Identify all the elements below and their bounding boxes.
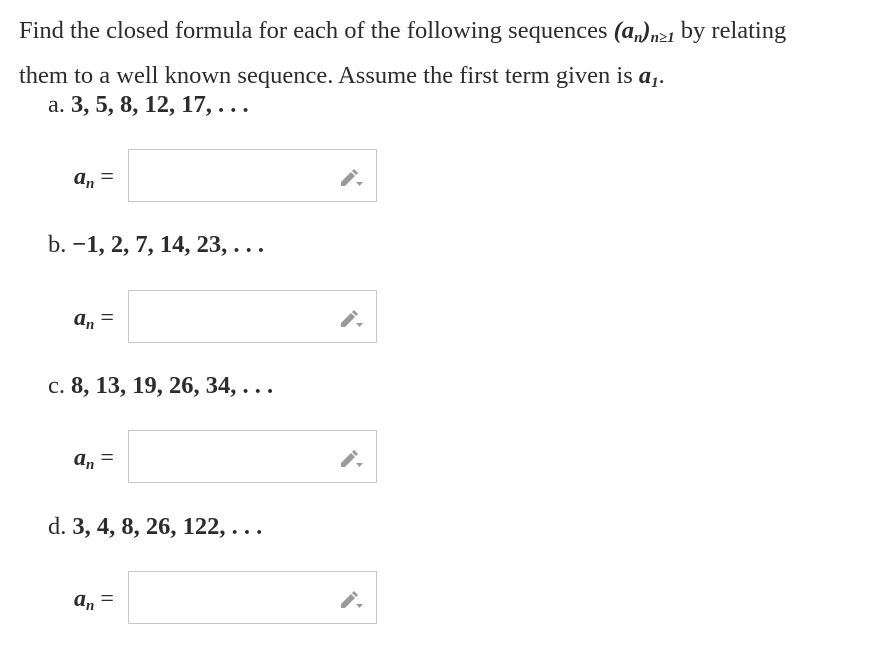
part-d-answer-box[interactable] xyxy=(128,571,377,624)
part-letter: a. xyxy=(48,91,65,118)
pencil-dropdown-icon[interactable] xyxy=(338,166,364,188)
prompt-line1-text: Find the closed formula for each of the … xyxy=(19,17,614,44)
part-letter: d. xyxy=(48,513,67,540)
part-letter: c. xyxy=(48,372,65,399)
prompt-line1-end: by relating xyxy=(674,17,787,44)
pencil-dropdown-icon[interactable] xyxy=(338,588,364,610)
sequence-terms: 3, 4, 8, 26, 122, . . . xyxy=(72,513,263,540)
part-d-answer-label: an = xyxy=(74,586,114,614)
part-b-answer-input[interactable] xyxy=(129,291,329,342)
prompt-line2-end: . xyxy=(658,62,665,89)
problem-statement: Find the closed formula for each of the … xyxy=(19,12,864,102)
pencil-dropdown-icon[interactable] xyxy=(338,447,364,469)
prompt-first-term: a1 xyxy=(638,62,659,91)
part-a-answer-input[interactable] xyxy=(129,150,329,201)
part-a-sequence: a. 3, 5, 8, 12, 17, . . . xyxy=(48,90,249,120)
prompt-sequence-notation: (an)n≥1 xyxy=(613,17,675,46)
part-c-sequence: c. 8, 13, 19, 26, 34, . . . xyxy=(48,371,273,401)
sequence-terms: 3, 5, 8, 12, 17, . . . xyxy=(71,91,249,118)
part-letter: b. xyxy=(48,231,67,258)
sequence-terms: 8, 13, 19, 26, 34, . . . xyxy=(71,372,274,399)
part-c-answer-input[interactable] xyxy=(129,431,329,482)
sequence-terms: −1, 2, 7, 14, 23, . . . xyxy=(72,231,264,258)
part-a-answer-label: an = xyxy=(74,164,114,192)
prompt-line2-text: them to a well known sequence. Assume th… xyxy=(19,62,639,89)
part-c-answer-box[interactable] xyxy=(128,430,377,483)
part-d-answer-input[interactable] xyxy=(129,572,329,623)
part-a-answer-box[interactable] xyxy=(128,149,377,202)
part-c-answer-label: an = xyxy=(74,445,114,473)
part-b-answer-label: an = xyxy=(74,305,114,333)
pencil-dropdown-icon[interactable] xyxy=(338,307,364,329)
part-b-answer-box[interactable] xyxy=(128,290,377,343)
part-b-sequence: b. −1, 2, 7, 14, 23, . . . xyxy=(48,230,264,260)
part-d-sequence: d. 3, 4, 8, 26, 122, . . . xyxy=(48,512,262,542)
